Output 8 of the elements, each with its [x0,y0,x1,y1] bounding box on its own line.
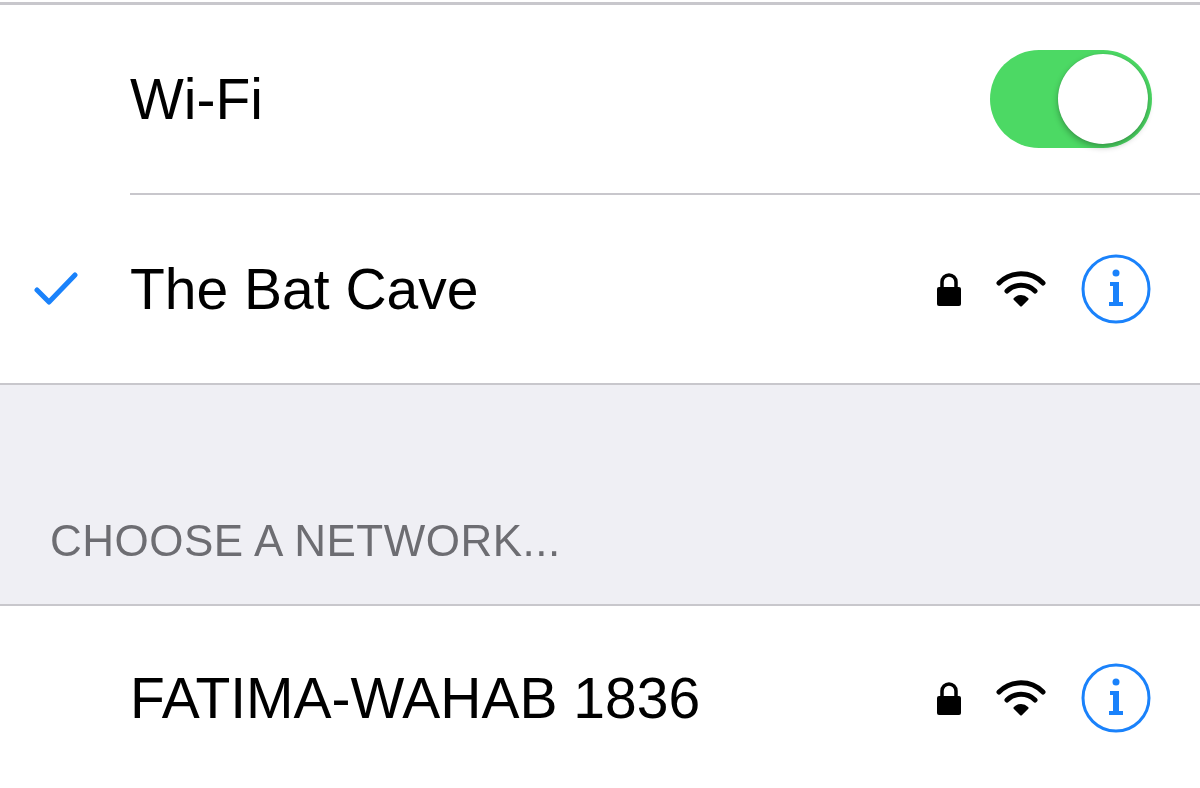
wifi-signal-icon [996,679,1046,717]
network-name[interactable]: FATIMA-WAHAB 1836 [130,665,936,731]
wifi-signal-icon [996,270,1046,308]
section-header: CHOOSE A NETWORK... [50,516,561,566]
network-name[interactable]: The Bat Cave [130,256,936,322]
wifi-label: Wi-Fi [130,66,264,132]
info-icon[interactable] [1080,253,1152,325]
info-icon[interactable] [1080,662,1152,734]
